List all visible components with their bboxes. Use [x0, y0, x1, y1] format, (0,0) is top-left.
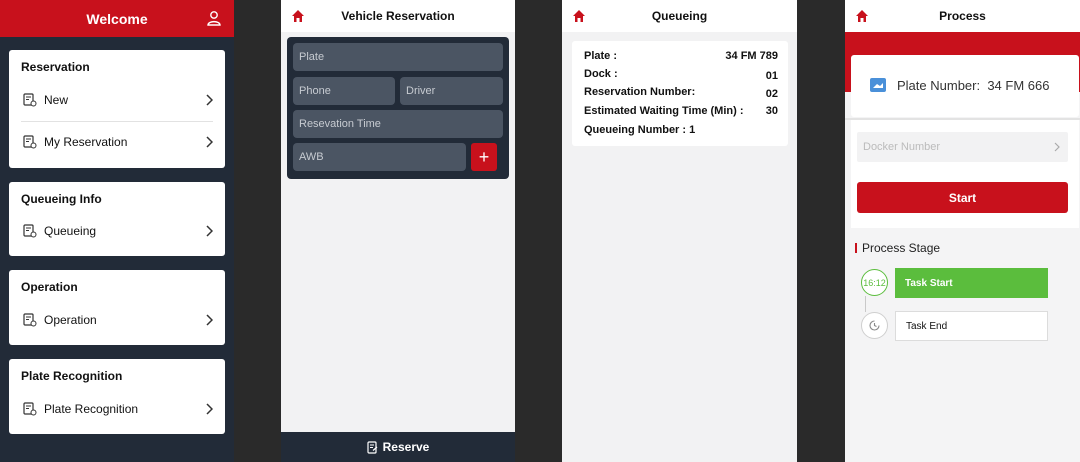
menu-item-plate-recognition[interactable]: Plate Recognition	[9, 391, 225, 427]
operation-title: Operation	[21, 280, 78, 294]
plate-recognition-card: Plate Recognition Plate Recognition	[9, 359, 225, 434]
dock-value: 01	[765, 70, 778, 82]
chevron-right-icon	[1054, 142, 1060, 152]
reserve-button[interactable]: Reserve	[281, 432, 515, 462]
menu-item-my-reservation[interactable]: My Reservation	[9, 124, 225, 160]
add-awb-button[interactable]: +	[471, 143, 497, 171]
menu-item-new[interactable]: New	[9, 82, 225, 118]
queue-info-card: Plate : 34 FM 789 Dock : 01 Reservation …	[572, 41, 788, 146]
menu-item-label: Plate Recognition	[44, 402, 139, 416]
reserve-doc-icon	[367, 440, 378, 454]
process-stage-title: Process Stage	[855, 241, 940, 255]
process-header: Process	[845, 0, 1080, 32]
clock-icon	[861, 312, 888, 339]
chevron-right-icon	[206, 136, 213, 148]
menu-item-queueing[interactable]: Queueing	[9, 213, 225, 249]
form-doc-icon	[23, 93, 37, 107]
reservation-time-input[interactable]: Resevation Time	[293, 110, 503, 138]
estimated-waiting-value: 30	[765, 105, 778, 117]
welcome-title: Welcome	[86, 10, 148, 27]
welcome-panel: Welcome Reservation New My Reservation Q…	[0, 0, 234, 462]
plate-label: Plate :	[584, 50, 618, 62]
phone-input[interactable]: Phone	[293, 77, 395, 105]
queueing-number-label: Queueing Number : 1	[584, 124, 696, 136]
form-doc-icon	[23, 402, 37, 416]
reservation-title: Reservation	[21, 60, 90, 74]
welcome-header: Welcome	[0, 0, 234, 37]
form-doc-icon	[23, 135, 37, 149]
operation-card: Operation Operation	[9, 270, 225, 345]
docker-number-select[interactable]: Docker Number	[857, 132, 1068, 162]
queueing-info-title: Queueing Info	[21, 192, 102, 206]
home-icon[interactable]	[572, 9, 586, 23]
reservation-number-value: 02	[765, 88, 778, 100]
estimated-waiting-label: Estimated Waiting Time (Min) :	[584, 105, 744, 117]
queueing-info-card: Queueing Info Queueing	[9, 182, 225, 256]
menu-item-operation[interactable]: Operation	[9, 302, 225, 338]
awb-input[interactable]: AWB	[293, 143, 466, 171]
dock-label: Dock :	[584, 68, 618, 80]
plate-value: 34 FM 789	[725, 50, 778, 62]
queueing-header: Queueing	[562, 0, 797, 32]
chevron-right-icon	[206, 314, 213, 326]
start-button[interactable]: Start	[857, 182, 1068, 213]
reservation-number-label: Reservation Number:	[584, 86, 696, 98]
vehicle-plate-icon	[870, 78, 886, 92]
menu-item-label: My Reservation	[44, 135, 128, 149]
chevron-right-icon	[206, 225, 213, 237]
home-icon[interactable]	[291, 9, 305, 23]
driver-input[interactable]: Driver	[400, 77, 503, 105]
stage-title-text: Process Stage	[862, 241, 941, 255]
stage-time-badge: 16:12	[861, 269, 888, 296]
timeline-connector	[865, 296, 866, 312]
plate-input[interactable]: Plate	[293, 43, 503, 71]
reservation-form: Plate Phone Driver Resevation Time AWB +	[287, 37, 509, 179]
docker-number-placeholder: Docker Number	[863, 141, 941, 153]
divider	[21, 121, 213, 122]
page-title: Process	[939, 9, 986, 23]
reservation-card: Reservation New My Reservation	[9, 50, 225, 168]
chevron-right-icon	[206, 403, 213, 415]
page-title: Queueing	[651, 9, 708, 23]
chevron-right-icon	[206, 94, 213, 106]
menu-item-label: New	[44, 93, 69, 107]
plate-number-card: Plate Number: 34 FM 666	[851, 55, 1079, 117]
queueing-panel: Queueing Plate : 34 FM 789 Dock : 01 Res…	[562, 0, 797, 462]
plate-number-text: Plate Number: 34 FM 666	[897, 78, 1050, 93]
menu-item-label: Operation	[44, 313, 97, 327]
task-end-item[interactable]: Task End	[895, 311, 1048, 341]
vehicle-reservation-panel: Vehicle Reservation Plate Phone Driver R…	[281, 0, 515, 462]
home-icon[interactable]	[855, 9, 869, 23]
operation-card: Docker Number Start	[851, 120, 1079, 228]
form-doc-icon	[23, 313, 37, 327]
reserve-label: Reserve	[382, 440, 430, 454]
form-doc-icon	[23, 224, 37, 238]
plate-recognition-title: Plate Recognition	[21, 369, 123, 383]
user-icon[interactable]	[206, 10, 222, 26]
stage-accent-bar	[855, 243, 857, 253]
task-start-item[interactable]: Task Start	[895, 268, 1048, 298]
menu-item-label: Queueing	[44, 224, 97, 238]
process-panel: Process Plate Number: 34 FM 666 Docker N…	[845, 0, 1080, 462]
page-title: Vehicle Reservation	[341, 9, 455, 23]
vehicle-reservation-header: Vehicle Reservation	[281, 0, 515, 32]
